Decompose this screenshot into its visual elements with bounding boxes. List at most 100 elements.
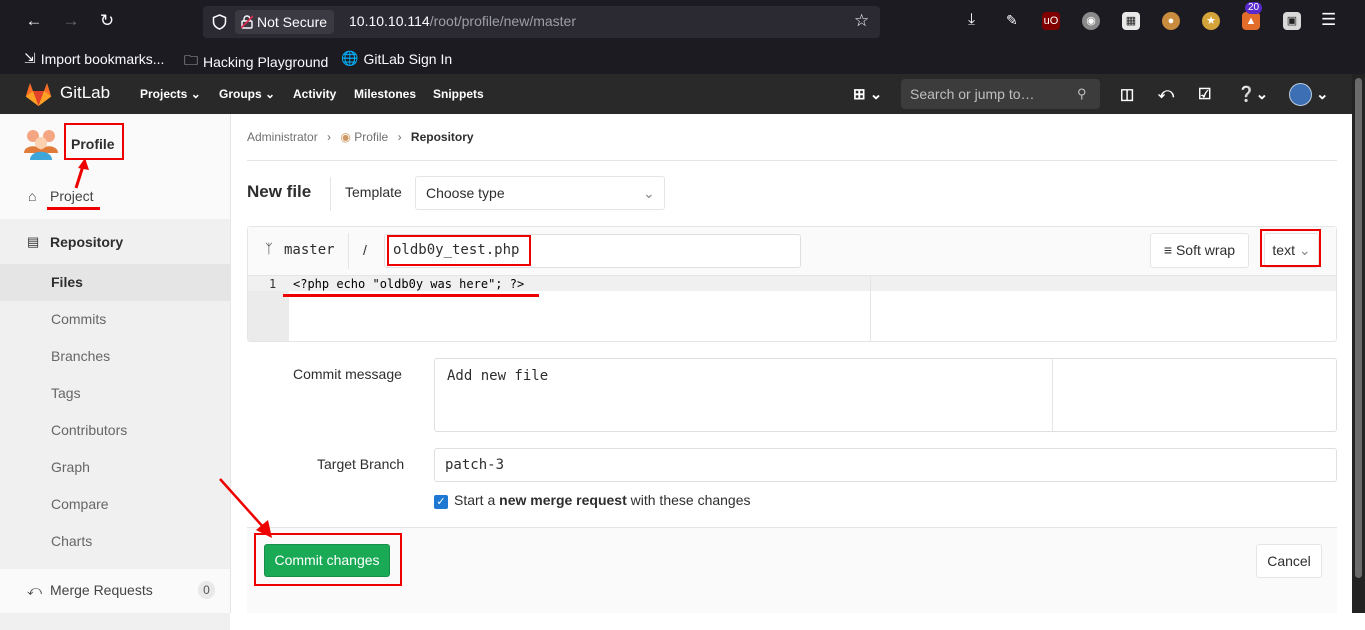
breadcrumb-administrator[interactable]: Administrator bbox=[247, 130, 318, 144]
merge-requests-row[interactable]: ⤺ Merge Requests 0 bbox=[0, 569, 230, 613]
search-icon: ⚲ bbox=[1077, 86, 1087, 101]
bookmark-import[interactable]: ⇲ Import bookmarks... bbox=[24, 50, 164, 67]
menu-hamburger-icon[interactable]: ☰ bbox=[1321, 10, 1336, 30]
template-label: Template bbox=[345, 184, 402, 200]
extension-badge-icon[interactable]: ★ bbox=[1202, 12, 1220, 30]
annotation-arrow-commit bbox=[219, 478, 272, 538]
url-path: /root/profile/new/master bbox=[429, 13, 577, 29]
user-avatar[interactable] bbox=[1289, 83, 1312, 106]
not-secure-label: Not Secure bbox=[257, 14, 328, 30]
commit-changes-button[interactable]: Commit changes bbox=[264, 544, 390, 577]
merge-requests-icon[interactable]: ⤺ bbox=[1158, 85, 1174, 102]
sidebar-item-tags[interactable]: Tags bbox=[0, 375, 230, 412]
containers-icon[interactable]: ▣ bbox=[1283, 12, 1301, 30]
breadcrumb-profile[interactable]: Profile bbox=[354, 130, 388, 144]
file-name-input[interactable]: oldb0y_test.php bbox=[384, 234, 801, 268]
breadcrumb-profile-avatar-icon: ◉ bbox=[340, 130, 351, 144]
path-separator: / bbox=[363, 242, 367, 258]
nav-snippets[interactable]: Snippets bbox=[433, 87, 484, 101]
not-secure-chip[interactable]: Not Secure bbox=[235, 10, 335, 34]
sidebar-item-compare[interactable]: Compare bbox=[0, 486, 230, 523]
sidebar-item-branches[interactable]: Branches bbox=[0, 338, 230, 375]
bookmark-hacking-playground[interactable]: 🗀 Hacking Playground bbox=[184, 50, 328, 74]
search-placeholder: Search or jump to… bbox=[910, 86, 1035, 102]
page-title: New file bbox=[247, 182, 312, 201]
issues-icon[interactable]: ◫ bbox=[1120, 85, 1134, 103]
privacy-extension-icon[interactable]: ◉ bbox=[1082, 12, 1100, 30]
sidebar-item-repository[interactable]: Repository bbox=[50, 234, 123, 250]
sidebar-item-merge-requests: Merge Requests bbox=[50, 582, 153, 598]
breadcrumb-repository[interactable]: Repository bbox=[411, 130, 474, 144]
breadcrumb: Administrator › ◉ Profile › Repository bbox=[247, 130, 474, 144]
target-branch-label: Target Branch bbox=[317, 456, 405, 472]
project-avatar[interactable] bbox=[22, 127, 60, 161]
insecure-lock-icon bbox=[241, 15, 253, 29]
url-host: 10.10.10.114 bbox=[349, 13, 430, 29]
toolbar-divider bbox=[348, 233, 349, 269]
globe-icon: 🌐 bbox=[341, 50, 359, 66]
extensions-puzzle-icon[interactable]: ✎ bbox=[1006, 12, 1018, 29]
project-link[interactable]: Project bbox=[50, 188, 94, 204]
sidebar-item-charts[interactable]: Charts bbox=[0, 523, 230, 560]
cookie-icon[interactable]: ● bbox=[1162, 12, 1180, 30]
textarea-margin bbox=[1052, 359, 1053, 431]
bookmark-star-icon[interactable]: ☆ bbox=[854, 11, 869, 31]
merge-request-icon: ⤺ bbox=[27, 582, 42, 598]
branch-name: master bbox=[284, 242, 335, 258]
merge-request-checkbox[interactable]: ✓ bbox=[434, 495, 448, 509]
soft-wrap-label: Soft wrap bbox=[1175, 242, 1236, 258]
main-content: Administrator › ◉ Profile › Repository N… bbox=[219, 114, 1352, 613]
reload-icon[interactable]: ↻ bbox=[96, 11, 118, 31]
download-icon[interactable]: ⤓ bbox=[968, 11, 975, 29]
commit-message-textarea[interactable]: Add new file bbox=[434, 358, 1337, 432]
file-mode-select[interactable]: text ⌄ bbox=[1264, 233, 1319, 268]
bookmark-label: Hacking Playground bbox=[203, 54, 329, 70]
help-icon[interactable]: ❔⌄ bbox=[1237, 85, 1268, 103]
sidebar-item-graph[interactable]: Graph bbox=[0, 449, 230, 486]
nav-activity[interactable]: Activity bbox=[293, 87, 336, 101]
nav-projects[interactable]: Projects ⌄ bbox=[140, 87, 201, 101]
extension-count-badge: 20 bbox=[1245, 2, 1263, 14]
file-name-value: oldb0y_test.php bbox=[393, 242, 520, 258]
sidebar-item-contributors[interactable]: Contributors bbox=[0, 412, 230, 449]
sidebar-item-commits[interactable]: Commits bbox=[0, 301, 230, 338]
title-divider bbox=[330, 177, 331, 211]
back-icon[interactable]: ← bbox=[23, 11, 45, 31]
qr-code-icon[interactable]: ▦ bbox=[1122, 12, 1140, 30]
url-text[interactable]: 10.10.10.114/root/profile/new/master bbox=[349, 13, 576, 29]
forward-icon[interactable]: → bbox=[60, 11, 82, 31]
nav-milestones[interactable]: Milestones bbox=[354, 87, 416, 101]
line-number: 1 bbox=[269, 277, 277, 291]
annotation-underline-project bbox=[47, 207, 100, 210]
avatar-chevron-icon[interactable]: ⌄ bbox=[1316, 85, 1329, 103]
shield-icon[interactable] bbox=[212, 14, 227, 30]
search-input[interactable]: Search or jump to… ⚲ bbox=[901, 79, 1100, 109]
print-margin bbox=[870, 276, 871, 341]
todos-icon[interactable]: ☑ bbox=[1198, 85, 1211, 103]
chevron-down-icon: ⌄ bbox=[1298, 242, 1311, 258]
gitlab-brand[interactable]: GitLab bbox=[60, 83, 110, 103]
home-icon: ⌂ bbox=[28, 188, 37, 204]
url-bar[interactable]: Not Secure 10.10.10.114/root/profile/new… bbox=[203, 6, 880, 38]
nav-groups[interactable]: Groups ⌄ bbox=[219, 87, 275, 101]
gitlab-logo-icon[interactable] bbox=[25, 82, 52, 107]
repository-icon: ▤ bbox=[27, 234, 40, 249]
code-line[interactable]: <?php echo "oldb0y was here"; ?> bbox=[293, 277, 524, 291]
merge-request-checkbox-label[interactable]: Start a new merge request with these cha… bbox=[454, 492, 751, 508]
ublock-icon[interactable]: uO bbox=[1042, 12, 1060, 30]
bookmark-gitlab-sign-in[interactable]: 🌐 GitLab Sign In bbox=[341, 50, 452, 67]
project-name[interactable]: Profile bbox=[71, 136, 115, 152]
scrollbar-thumb[interactable] bbox=[1355, 78, 1362, 578]
sidebar-item-files[interactable]: Files bbox=[0, 264, 230, 301]
target-branch-input[interactable]: patch-3 bbox=[434, 448, 1337, 482]
cancel-button[interactable]: Cancel bbox=[1256, 544, 1322, 578]
bookmarks-bar: ⇲ Import bookmarks... 🗀 Hacking Playground… bbox=[0, 44, 1365, 74]
mr-label-bold: new merge request bbox=[499, 492, 627, 508]
file-mode-value: text bbox=[1272, 242, 1295, 258]
breadcrumb-separator: › bbox=[397, 130, 402, 144]
soft-wrap-button[interactable]: ≡ Soft wrap bbox=[1150, 233, 1249, 268]
template-select[interactable]: Choose type ⌄ bbox=[415, 176, 665, 210]
foxyproxy-icon[interactable]: ▲ bbox=[1242, 12, 1260, 30]
chevron-down-icon: ⌄ bbox=[643, 185, 655, 201]
new-plus-icon[interactable]: ⊞ ⌄ bbox=[853, 85, 882, 103]
